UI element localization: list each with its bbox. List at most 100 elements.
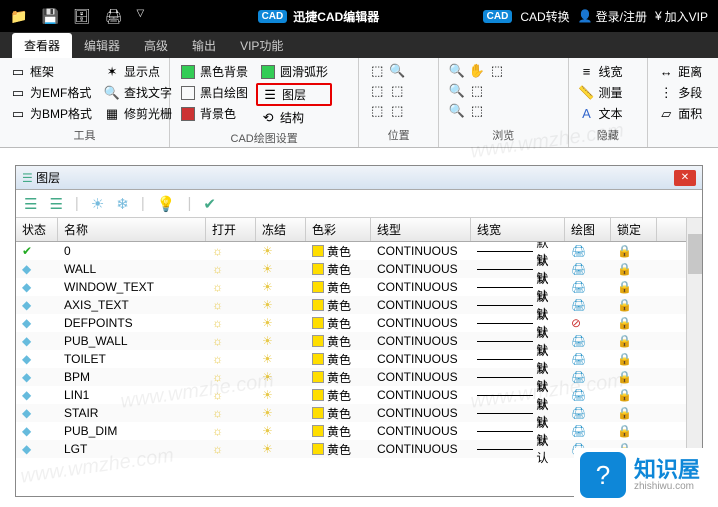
plot-icon[interactable]: 🖨 — [565, 370, 611, 384]
bulb-icon[interactable]: ☼ — [212, 442, 223, 456]
tab-advanced[interactable]: 高级 — [132, 33, 180, 58]
bulb-icon[interactable]: ☼ — [212, 352, 223, 366]
sun-icon[interactable]: ☀ — [262, 298, 273, 312]
color-swatch[interactable] — [312, 443, 324, 455]
plot-icon[interactable]: 🖨 — [565, 352, 611, 366]
sun-icon[interactable]: ☀ — [262, 352, 273, 366]
sun-icon[interactable]: ☀ — [262, 424, 273, 438]
bulb-icon[interactable]: ☼ — [212, 370, 223, 384]
color-swatch[interactable] — [312, 317, 324, 329]
trimrast-button[interactable]: ▦修剪光栅 — [100, 104, 176, 123]
lock-icon[interactable]: 🔒 — [617, 352, 632, 366]
color-swatch[interactable] — [312, 407, 324, 419]
table-row[interactable]: ◆DEFPOINTS☼☀黄色CONTINUOUS默认⊘🔒 — [16, 314, 702, 332]
tab-editor[interactable]: 编辑器 — [72, 33, 132, 58]
dist-button[interactable]: ↔距离 — [654, 62, 706, 81]
frame-button[interactable]: ▭框架 — [6, 62, 96, 81]
emf-button[interactable]: ▭为EMF格式 — [6, 83, 96, 102]
plot-icon[interactable]: 🖨 — [565, 280, 611, 294]
plot-icon[interactable]: 🖨 — [565, 262, 611, 276]
bulb-icon[interactable]: 💡 — [157, 195, 176, 213]
text-button[interactable]: A文本 — [575, 104, 627, 123]
color-swatch[interactable] — [312, 281, 324, 293]
table-row[interactable]: ◆PUB_DIM☼☀黄色CONTINUOUS默认🖨🔒 — [16, 422, 702, 440]
chevron-down-icon[interactable]: ▽ — [136, 8, 144, 25]
lock-icon[interactable]: 🔒 — [617, 262, 632, 276]
table-row[interactable]: ◆BPM☼☀黄色CONTINUOUS默认🖨🔒 — [16, 368, 702, 386]
plot-icon[interactable]: 🖨 — [565, 298, 611, 312]
table-row[interactable]: ◆WINDOW_TEXT☼☀黄色CONTINUOUS默认🖨🔒 — [16, 278, 702, 296]
plot-icon[interactable]: 🖨 — [565, 388, 611, 402]
color-swatch[interactable] — [312, 335, 324, 347]
color-swatch[interactable] — [312, 263, 324, 275]
lock-icon[interactable]: 🔒 — [617, 298, 632, 312]
color-swatch[interactable] — [312, 353, 324, 365]
vip-button[interactable]: ¥加入VIP — [655, 8, 708, 25]
snowflake-icon[interactable]: ❄ — [116, 195, 129, 213]
lock-icon[interactable]: 🔒 — [617, 244, 632, 258]
table-row[interactable]: ◆TOILET☼☀黄色CONTINUOUS默认🖨🔒 — [16, 350, 702, 368]
table-row[interactable]: ◆WALL☼☀黄色CONTINUOUS默认🖨🔒 — [16, 260, 702, 278]
plot-icon[interactable]: 🖨 — [565, 334, 611, 348]
bulb-icon[interactable]: ☼ — [212, 406, 223, 420]
col-name[interactable]: 名称 — [58, 218, 206, 241]
lock-icon[interactable]: 🔒 — [617, 316, 632, 330]
check-icon[interactable]: ✔ — [203, 195, 216, 213]
color-swatch[interactable] — [312, 389, 324, 401]
lock-icon[interactable]: 🔒 — [617, 388, 632, 402]
bulb-icon[interactable]: ☼ — [212, 316, 223, 330]
area-button[interactable]: ▱面积 — [654, 104, 706, 123]
plot-icon[interactable]: 🖨 — [565, 244, 611, 258]
tab-vip[interactable]: VIP功能 — [228, 33, 295, 58]
tab-viewer[interactable]: 查看器 — [12, 33, 72, 58]
browse-btn2[interactable]: 🔍⬚ — [445, 82, 509, 100]
bwdraw-button[interactable]: 黑白绘图 — [176, 83, 252, 102]
lock-icon[interactable]: 🔒 — [617, 280, 632, 294]
struct-button[interactable]: ⟲结构 — [256, 108, 332, 127]
bulb-icon[interactable]: ☼ — [212, 298, 223, 312]
tab-output[interactable]: 输出 — [180, 33, 228, 58]
sun-icon[interactable]: ☀ — [262, 406, 273, 420]
col-lw[interactable]: 线宽 — [471, 218, 565, 241]
col-color[interactable]: 色彩 — [306, 218, 371, 241]
close-button[interactable]: ✕ — [674, 170, 696, 186]
linew-button[interactable]: ≡线宽 — [575, 62, 627, 81]
pos-btn1[interactable]: ⬚🔍 — [365, 62, 409, 80]
login-button[interactable]: 👤登录/注册 — [578, 8, 647, 25]
col-status[interactable]: 状态 — [16, 218, 58, 241]
col-lock[interactable]: 锁定 — [611, 218, 657, 241]
bulb-icon[interactable]: ☼ — [212, 424, 223, 438]
table-row[interactable]: ◆PUB_WALL☼☀黄色CONTINUOUS默认🖨🔒 — [16, 332, 702, 350]
folder-icon[interactable]: 📁 — [10, 8, 27, 25]
sun-icon[interactable]: ☀ — [262, 262, 273, 276]
new-layer-icon[interactable]: ☰ — [24, 195, 37, 213]
sun-icon[interactable]: ☀ — [262, 334, 273, 348]
measure-button[interactable]: 📏测量 — [575, 83, 627, 102]
save-icon[interactable]: 💾 — [41, 8, 58, 25]
bmp-button[interactable]: ▭为BMP格式 — [6, 104, 96, 123]
browse-btn3[interactable]: 🔍⬚ — [445, 102, 509, 120]
bgcolor-button[interactable]: 背景色 — [176, 104, 252, 123]
plot-icon[interactable]: 🖨 — [565, 424, 611, 438]
showpoint-button[interactable]: ✶显示点 — [100, 62, 176, 81]
blackbg-button[interactable]: 黑色背景 — [176, 62, 252, 81]
sun-icon[interactable]: ☀ — [262, 280, 273, 294]
color-swatch[interactable] — [312, 245, 324, 257]
lock-icon[interactable]: 🔒 — [617, 370, 632, 384]
layer-button[interactable]: ☰图层 — [256, 83, 332, 106]
col-plot[interactable]: 绘图 — [565, 218, 611, 241]
table-row[interactable]: ◆LIN1☼☀黄色CONTINUOUS默认🖨🔒 — [16, 386, 702, 404]
table-row[interactable]: ✔0☼☀黄色CONTINUOUS默认🖨🔒 — [16, 242, 702, 260]
sun-icon[interactable]: ☀ — [262, 244, 273, 258]
plot-icon[interactable]: ⊘ — [565, 316, 611, 330]
col-freeze[interactable]: 冻结 — [256, 218, 306, 241]
pos-btn2[interactable]: ⬚⬚ — [365, 82, 409, 100]
delete-layer-icon[interactable]: ☰ — [49, 195, 62, 213]
lock-icon[interactable]: 🔒 — [617, 406, 632, 420]
col-open[interactable]: 打开 — [206, 218, 256, 241]
sun-icon[interactable]: ☀ — [262, 316, 273, 330]
color-swatch[interactable] — [312, 425, 324, 437]
col-ltype[interactable]: 线型 — [371, 218, 471, 241]
bulb-icon[interactable]: ☼ — [212, 334, 223, 348]
sun-icon[interactable]: ☀ — [262, 388, 273, 402]
